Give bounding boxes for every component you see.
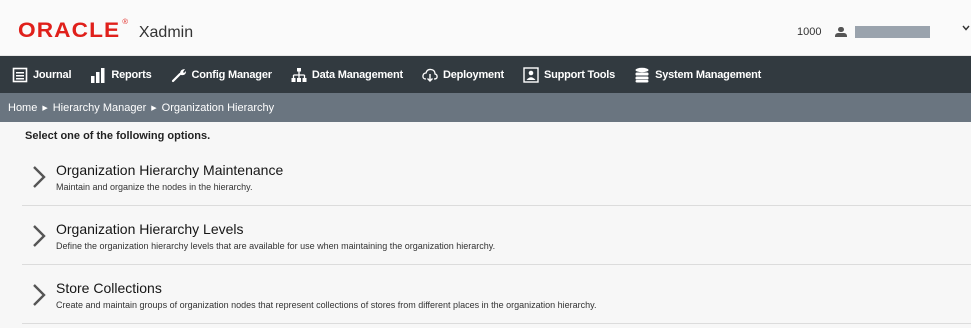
breadcrumb-separator-icon: ▶ [42, 104, 48, 112]
oracle-logo: ORACLE ® [18, 19, 130, 42]
reports-icon [91, 67, 105, 83]
option-description: Define the organization hierarchy levels… [56, 241, 496, 251]
breadcrumb-separator-icon: ▶ [151, 104, 157, 112]
option-store-collections[interactable]: Store Collections Create and maintain gr… [22, 266, 971, 324]
breadcrumb-current: Organization Hierarchy [161, 101, 275, 114]
nav-support-tools[interactable]: Support Tools [523, 56, 615, 93]
option-title: Store Collections [56, 280, 162, 296]
nav-label: System Management [655, 68, 762, 81]
nav-journal[interactable]: Journal [12, 56, 72, 93]
user-name-redacted [855, 26, 931, 38]
nav-system-management[interactable]: System Management [634, 56, 761, 93]
support-icon [523, 66, 539, 83]
brand[interactable]: ORACLE ® Xadmin [18, 19, 193, 43]
nav-label: Reports [111, 68, 152, 81]
nav-label: Support Tools [543, 68, 616, 81]
option-description: Create and maintain groups of organizati… [56, 300, 597, 310]
wrench-icon [171, 68, 186, 82]
option-org-hierarchy-levels[interactable]: Organization Hierarchy Levels Define the… [22, 207, 971, 265]
option-title: Organization Hierarchy Maintenance [56, 162, 284, 178]
nav-label: Data Management [311, 68, 403, 81]
breadcrumb-hierarchy-manager[interactable]: Hierarchy Manager [53, 102, 147, 114]
option-title: Organization Hierarchy Levels [56, 221, 244, 237]
cloud-download-icon [422, 68, 438, 82]
database-icon [635, 67, 649, 82]
breadcrumb: Home ▶ Hierarchy Manager ▶ Organization … [0, 93, 971, 122]
nav-config-manager[interactable]: Config Manager [171, 56, 272, 93]
nav-deployment[interactable]: Deployment [422, 56, 504, 93]
nav-label: Deployment [442, 68, 504, 81]
main-nav: Journal Reports Config Manager Data Mana… [0, 56, 971, 93]
instruction-text: Select one of the following options. [25, 130, 211, 142]
journal-icon [12, 67, 28, 82]
app-header: ORACLE ® Xadmin 1000 [0, 0, 971, 56]
chevron-right-icon [33, 166, 46, 188]
user-area[interactable]: 1000 [797, 26, 931, 38]
breadcrumb-home[interactable]: Home [8, 102, 37, 114]
option-description: Maintain and organize the nodes in the h… [56, 182, 253, 192]
nav-label: Journal [33, 68, 72, 81]
nav-data-management[interactable]: Data Management [291, 56, 403, 93]
nav-reports[interactable]: Reports [90, 56, 152, 93]
chevron-right-icon [33, 284, 46, 306]
user-icon [835, 27, 848, 37]
app-name: Xadmin [138, 24, 194, 41]
store-number: 1000 [797, 26, 822, 38]
chevron-right-icon [33, 225, 46, 247]
hierarchy-icon [291, 67, 307, 82]
nav-label: Config Manager [191, 68, 273, 81]
chevron-down-icon[interactable] [962, 24, 970, 32]
option-org-hierarchy-maintenance[interactable]: Organization Hierarchy Maintenance Maint… [22, 148, 971, 206]
main-content: Select one of the following options. Org… [0, 122, 971, 328]
